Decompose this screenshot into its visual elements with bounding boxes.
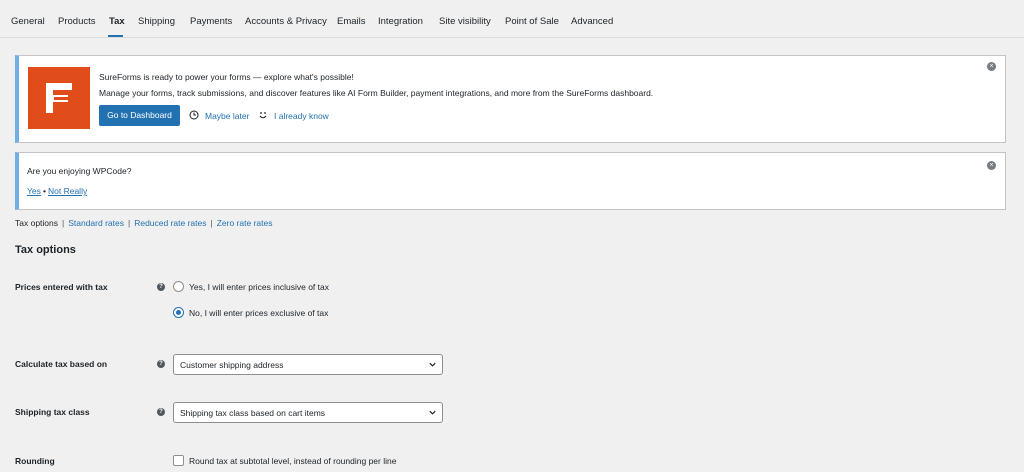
calculate-tax-label: Calculate tax based on	[15, 359, 108, 369]
wpcode-bullet: •	[43, 186, 46, 196]
sureforms-logo	[28, 67, 90, 129]
chevron-down-icon	[429, 410, 436, 415]
go-to-dashboard-button[interactable]: Go to Dashboard	[99, 105, 180, 126]
wpcode-notice: Are you enjoying WPCode? Yes • Not Reall…	[15, 152, 1006, 210]
dismiss-wpcode-notice-icon[interactable]: ×	[987, 161, 996, 170]
tab-point-of-sale[interactable]: Point of Sale	[505, 16, 559, 27]
wpcode-yes-link[interactable]: Yes	[27, 186, 41, 196]
tab-integration[interactable]: Integration	[378, 16, 423, 27]
subnav-tax-options[interactable]: Tax options	[15, 218, 58, 228]
subnav-standard-rates[interactable]: Standard rates	[68, 218, 124, 228]
maybe-later-link[interactable]: Maybe later	[205, 111, 249, 121]
rounding-label: Rounding	[15, 456, 55, 466]
settings-tabs: General Products Tax Shipping Payments A…	[0, 0, 1024, 38]
tab-advanced[interactable]: Advanced	[571, 16, 613, 27]
help-icon[interactable]: ?	[157, 360, 165, 368]
help-icon[interactable]: ?	[157, 283, 165, 291]
tax-subnav: Tax options | Standard rates | Reduced rate …	[15, 218, 273, 228]
calculate-tax-value: Customer shipping address	[180, 360, 284, 370]
tab-shipping[interactable]: Shipping	[138, 16, 175, 27]
tab-site-visibility[interactable]: Site visibility	[439, 16, 491, 27]
prices-inclusive-label[interactable]: Yes, I will enter prices inclusive of ta…	[189, 282, 329, 292]
section-title: Tax options	[15, 244, 76, 256]
prices-inclusive-radio[interactable]	[173, 281, 184, 292]
clock-icon	[189, 110, 199, 122]
tab-payments[interactable]: Payments	[190, 16, 232, 27]
tab-accounts-privacy[interactable]: Accounts & Privacy	[245, 16, 327, 27]
wpcode-not-really-link[interactable]: Not Really	[48, 186, 87, 196]
shipping-tax-class-value: Shipping tax class based on cart items	[180, 408, 326, 418]
calculate-tax-select[interactable]: Customer shipping address	[173, 354, 443, 375]
i-already-know-link[interactable]: I already know	[274, 111, 329, 121]
help-icon[interactable]: ?	[157, 408, 165, 416]
sureforms-headline: SureForms is ready to power your forms —…	[99, 72, 354, 82]
rounding-checkbox-label[interactable]: Round tax at subtotal level, instead of …	[189, 456, 396, 466]
tab-emails[interactable]: Emails	[337, 16, 366, 27]
tab-tax[interactable]: Tax	[109, 16, 125, 27]
subnav-zero-rate-rates[interactable]: Zero rate rates	[217, 218, 273, 228]
prices-entered-label: Prices entered with tax	[15, 282, 108, 292]
active-tab-indicator	[108, 35, 123, 37]
dismiss-sureforms-notice-icon[interactable]: ×	[987, 62, 996, 71]
wpcode-question: Are you enjoying WPCode?	[27, 166, 132, 176]
tab-general[interactable]: General	[11, 16, 45, 27]
smile-icon	[258, 110, 268, 122]
subnav-reduced-rate-rates[interactable]: Reduced rate rates	[134, 218, 206, 228]
shipping-tax-class-select[interactable]: Shipping tax class based on cart items	[173, 402, 443, 423]
sureforms-body: Manage your forms, track submissions, an…	[99, 88, 654, 98]
tab-products[interactable]: Products	[58, 16, 96, 27]
shipping-tax-class-label: Shipping tax class	[15, 407, 90, 417]
prices-exclusive-radio[interactable]	[173, 307, 184, 318]
rounding-checkbox[interactable]	[173, 455, 184, 466]
sureforms-notice: SureForms is ready to power your forms —…	[15, 55, 1006, 143]
prices-exclusive-label[interactable]: No, I will enter prices exclusive of tax	[189, 308, 328, 318]
chevron-down-icon	[429, 362, 436, 367]
sureforms-logo-icon	[46, 83, 72, 113]
